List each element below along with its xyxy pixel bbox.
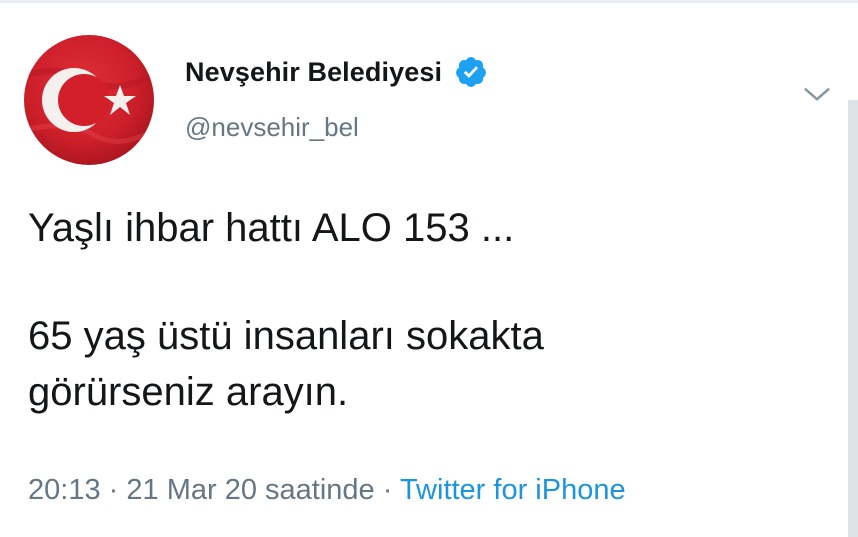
meta-separator: · xyxy=(382,474,393,506)
tweet-metadata: 20:13 · 21 Mar 20 saatinde · Twitter for… xyxy=(28,474,626,507)
tweet-text: Yaşlı ihbar hattı ALO 153 ... 65 yaş üst… xyxy=(28,200,828,420)
author-handle[interactable]: @nevsehir_bel xyxy=(185,112,359,143)
tweet-time[interactable]: 20:13 xyxy=(28,474,101,506)
top-divider xyxy=(0,0,858,3)
chevron-down-icon[interactable] xyxy=(800,78,834,112)
meta-separator: · xyxy=(108,474,119,506)
turkish-flag-icon xyxy=(24,35,154,165)
tweet-line: görürseniz arayın. xyxy=(28,370,349,414)
scrollbar[interactable] xyxy=(848,100,858,537)
author-display-name[interactable]: Nevşehir Belediyesi xyxy=(185,57,442,88)
tweet-line: Yaşlı ihbar hattı ALO 153 ... xyxy=(28,206,515,250)
avatar[interactable] xyxy=(24,35,154,165)
tweet-line: 65 yaş üstü insanları sokakta xyxy=(28,314,544,358)
verified-badge-icon xyxy=(454,55,488,89)
tweet-source-link[interactable]: Twitter for iPhone xyxy=(400,474,626,506)
tweet-date[interactable]: 21 Mar 20 saatinde xyxy=(126,474,374,506)
author-name-row[interactable]: Nevşehir Belediyesi xyxy=(185,52,488,92)
